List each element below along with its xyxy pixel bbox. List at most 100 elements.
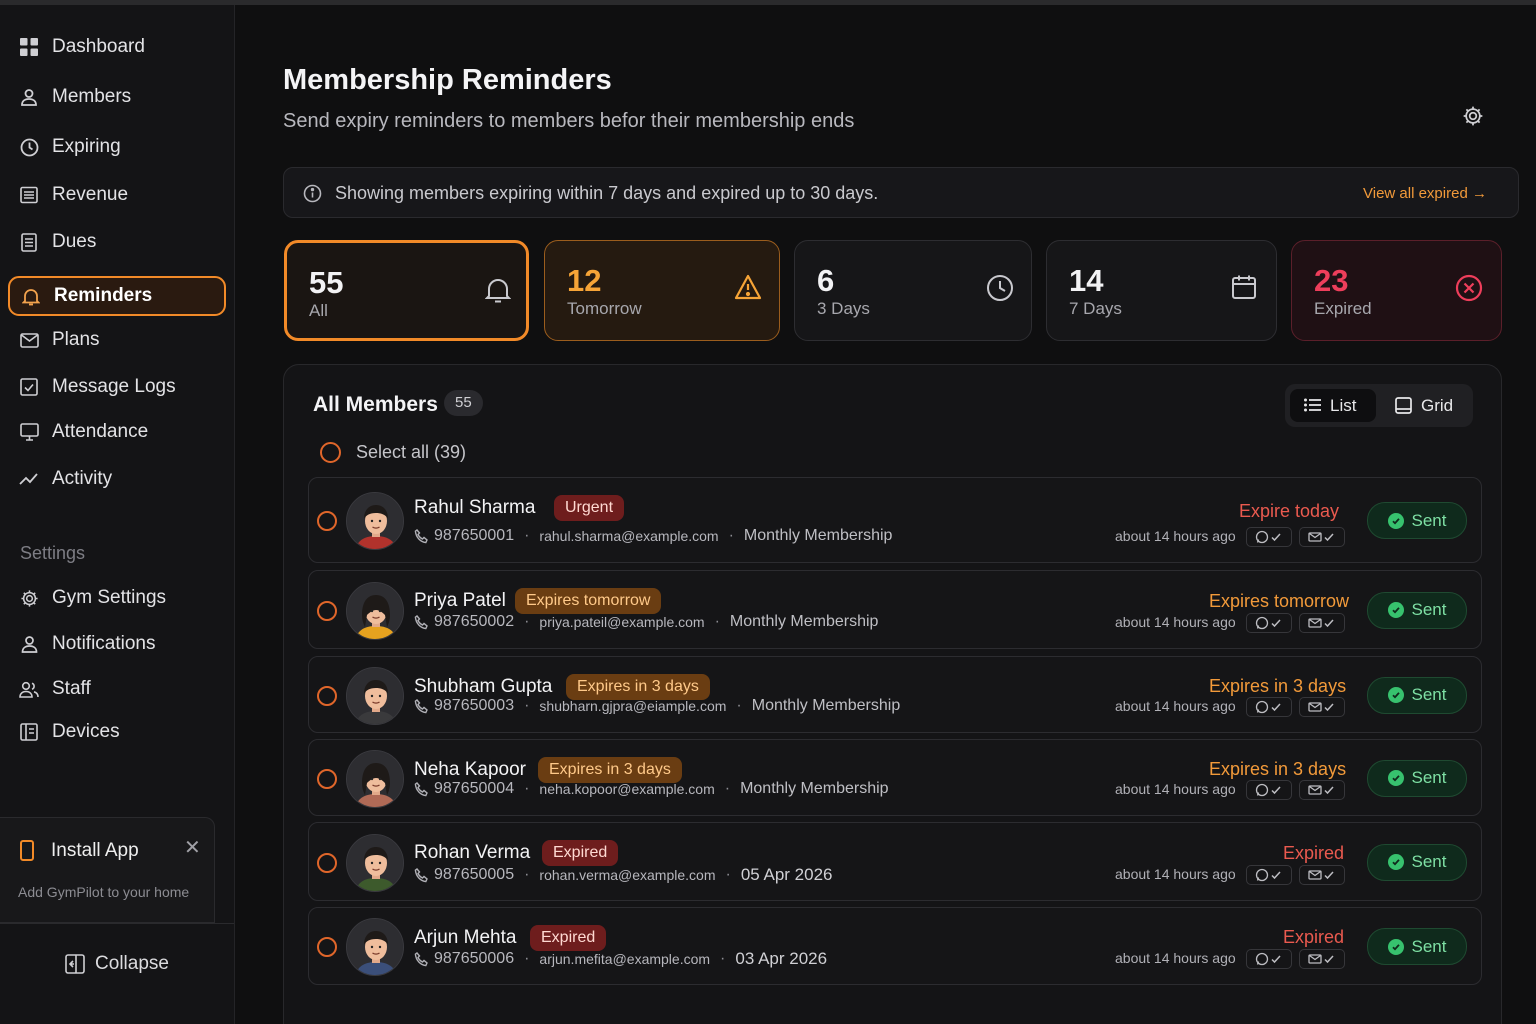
stat-card-expired[interactable]: 23 Expired [1291, 240, 1502, 341]
avatar [346, 918, 404, 976]
expiry-date: 05 Apr 2026 [740, 865, 833, 884]
list-view-button[interactable]: List [1290, 389, 1376, 422]
sent-label: Sent [1411, 600, 1447, 619]
row-select-radio[interactable] [317, 768, 337, 789]
sidebar-item-label: Revenue [52, 184, 129, 205]
trend-icon [18, 468, 40, 490]
sent-button[interactable]: Sent [1367, 676, 1467, 714]
member-email: priya.pateil@example.com [539, 614, 705, 630]
sidebar-item-revenue[interactable]: Revenue [8, 175, 226, 215]
gear-icon[interactable] [1462, 105, 1484, 127]
check-circle-icon [1387, 512, 1404, 529]
grid-view-icon [1395, 396, 1413, 415]
sidebar-item-dues[interactable]: Dues [8, 222, 226, 262]
stat-card-all[interactable]: 55 All [284, 240, 529, 341]
avatar [346, 581, 404, 640]
sidebar-item-label: Gym Settings [52, 587, 167, 608]
page-subtitle: Send expiry reminders to members befor t… [283, 110, 855, 132]
stat-card-tomorrow[interactable]: 12 Tomorrow [544, 240, 780, 341]
member-meta: 987650004 · neha.kopoor@example.com · Monthl… [414, 780, 889, 798]
last-sent-time: about 14 hours ago [1115, 614, 1236, 630]
last-sent-time: about 14 hours ago [1115, 528, 1236, 544]
checkbox-icon [18, 376, 40, 398]
collapse-button[interactable]: Collapse [0, 923, 234, 1003]
row-select-radio[interactable] [317, 600, 337, 621]
user-icon [18, 86, 40, 108]
member-plan: Monthly Membership [740, 780, 889, 797]
select-all-radio[interactable] [320, 442, 341, 463]
user-bell-icon [18, 633, 40, 655]
separator-dot: · [720, 950, 726, 967]
view-all-expired-link[interactable]: View all expired → [1363, 185, 1487, 202]
sidebar-item-reminders[interactable]: Reminders [8, 276, 226, 316]
sent-button[interactable]: Sent [1367, 591, 1467, 629]
expiry-status: Expires tomorrow [1209, 590, 1350, 611]
sidebar-item-label: Reminders [54, 285, 153, 306]
row-select-radio[interactable] [317, 852, 337, 873]
sent-label: Sent [1411, 936, 1447, 956]
member-email: rohan.verma@example.com [539, 867, 716, 883]
select-all-label: Select all (39) [356, 442, 467, 462]
phone-icon [414, 951, 429, 967]
expiry-status: Expires in 3 days [1209, 758, 1347, 779]
sent-label: Sent [1411, 768, 1447, 787]
page-title: Membership Reminders [283, 64, 612, 96]
row-select-radio[interactable] [317, 511, 337, 531]
sidebar-item-label: Plans [52, 329, 100, 350]
sidebar-item-notifications[interactable]: Notifications [8, 624, 226, 664]
sidebar-item-label: Dues [52, 231, 97, 252]
expiry-date: 03 Apr 2026 [735, 949, 828, 968]
sidebar-item-gym-settings[interactable]: Gym Settings [8, 578, 226, 618]
sidebar-item-plans[interactable]: Plans [8, 320, 226, 360]
close-icon[interactable]: ✕ [184, 835, 201, 860]
sidebar-item-members[interactable]: Members [8, 77, 226, 117]
view-toggle: List Grid [1285, 384, 1473, 427]
sidebar-item-message-logs[interactable]: Message Logs [8, 367, 226, 407]
sidebar-item-label: Members [52, 86, 132, 107]
sent-button[interactable]: Sent [1367, 502, 1467, 539]
whatsapp-status-chip [1246, 865, 1292, 885]
member-name: Neha Kapoor [414, 759, 526, 780]
member-row[interactable]: Priya Patel Expires tomorrow 987650002 · pri… [308, 570, 1482, 649]
sidebar-item-devices[interactable]: Devices [8, 712, 226, 752]
install-app-card[interactable]: Install App ✕ Add GymPilot to your home [0, 817, 215, 923]
email-status-chip [1299, 527, 1345, 547]
phone-icon [414, 698, 429, 714]
member-row[interactable]: Rohan Verma Expired 987650005 · rohan.verma@… [308, 822, 1482, 901]
member-row[interactable]: Shubham Gupta Expires in 3 days 987650003 ·… [308, 656, 1482, 733]
separator-dot: · [714, 613, 720, 630]
warning-icon [734, 274, 762, 302]
bell-icon [484, 276, 513, 304]
x-circle-icon [1455, 274, 1483, 302]
last-sent-time: about 14 hours ago [1115, 781, 1236, 797]
separator-dot: · [524, 613, 530, 630]
whatsapp-status-chip [1246, 697, 1292, 717]
member-row[interactable]: Rahul Sharma Urgent 987650001 · rahul.sharma… [308, 477, 1482, 563]
stat-card-3-days[interactable]: 6 3 Days [794, 240, 1032, 341]
avatar [346, 749, 404, 808]
sidebar-item-attendance[interactable]: Attendance [8, 412, 226, 452]
sidebar-item-staff[interactable]: Staff [8, 669, 226, 709]
select-all-checkbox[interactable]: Select all (39) [320, 442, 466, 463]
row-select-radio[interactable] [317, 685, 337, 706]
member-row[interactable]: Neha Kapoor Expires in 3 days 987650004 · ne… [308, 739, 1482, 816]
grid-view-button[interactable]: Grid [1389, 389, 1469, 422]
sidebar-item-expiring[interactable]: Expiring [8, 127, 226, 167]
stat-card-7-days[interactable]: 14 7 Days [1046, 240, 1277, 341]
row-select-radio[interactable] [317, 937, 337, 957]
sent-label: Sent [1411, 685, 1447, 704]
stat-count: 23 [1314, 263, 1349, 298]
sent-button[interactable]: Sent [1367, 928, 1467, 965]
stat-count: 6 [817, 263, 835, 298]
clock-icon [986, 274, 1014, 302]
sidebar-item-label: Activity [52, 468, 113, 489]
phone-icon [414, 614, 429, 630]
sidebar-item-label: Staff [52, 678, 91, 699]
sidebar-item-dashboard[interactable]: Dashboard [8, 27, 226, 67]
sent-button[interactable]: Sent [1367, 843, 1467, 881]
member-plan: Monthly Membership [743, 527, 893, 544]
sidebar-item-activity[interactable]: Activity [8, 459, 226, 499]
member-phone: 987650006 [434, 950, 515, 967]
member-row[interactable]: Arjun Mehta Expired 987650006 · arjun.mefita… [308, 907, 1482, 985]
sent-button[interactable]: Sent [1367, 759, 1467, 797]
